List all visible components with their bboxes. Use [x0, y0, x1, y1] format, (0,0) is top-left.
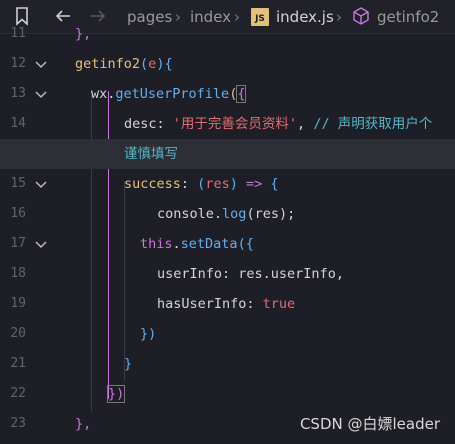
code-text: getinfo2(e){	[75, 56, 173, 72]
chevron-down-icon[interactable]	[34, 57, 48, 71]
code-text: this.setData({	[140, 236, 254, 252]
line-number: 20	[10, 326, 26, 341]
code-text: }	[124, 356, 133, 372]
chevron-down-icon[interactable]	[34, 237, 48, 251]
line-number: 21	[10, 356, 26, 371]
code-line[interactable]: 18 userInfo: res.userInfo,	[0, 259, 455, 289]
code-text: desc: '用于完善会员资料', // 声明获取用户个	[124, 116, 433, 132]
code-line[interactable]: 14 desc: '用于完善会员资料', // 声明获取用户个	[0, 109, 455, 139]
code-line[interactable]: 20 })	[0, 319, 455, 349]
code-text: success: (res) => {	[124, 176, 279, 192]
code-text: wx.getUserProfile({	[91, 85, 247, 103]
code-line[interactable]: 17 this.setData({	[0, 229, 455, 259]
code-line[interactable]: 16 console.log(res);	[0, 199, 455, 229]
line-number: 18	[10, 266, 26, 281]
code-text: console.log(res);	[157, 206, 296, 222]
code-line[interactable]: 22 })	[0, 379, 455, 409]
code-line[interactable]: 21 }	[0, 349, 455, 379]
line-number: 12	[10, 56, 26, 71]
line-number: 22	[10, 386, 26, 401]
code-editor[interactable]: 11 }, 12 getinfo2(e){ 13 wx.getUserProfi…	[0, 26, 455, 444]
code-text: },	[75, 416, 92, 432]
code-line[interactable]: 12 getinfo2(e){	[0, 49, 455, 79]
code-text: hasUserInfo: true	[157, 296, 296, 312]
code-line[interactable]: 13 wx.getUserProfile({	[0, 79, 455, 109]
line-number: 17	[10, 236, 26, 251]
chevron-down-icon[interactable]	[34, 87, 48, 101]
code-text: })	[106, 385, 126, 403]
code-text: userInfo: res.userInfo,	[157, 266, 344, 282]
line-number: 14	[10, 116, 26, 131]
code-line-wrapped[interactable]: 谨慎填写	[0, 139, 455, 169]
line-number: 23	[10, 416, 26, 431]
code-text: })	[140, 326, 157, 342]
code-line[interactable]: 15 success: (res) => {	[0, 169, 455, 199]
line-number: 19	[10, 296, 26, 311]
line-number: 15	[10, 176, 26, 191]
code-text: },	[75, 26, 92, 42]
code-text: 谨慎填写	[124, 146, 178, 162]
line-number: 13	[10, 86, 26, 101]
code-line[interactable]: 11 },	[0, 19, 455, 49]
line-number: 16	[10, 206, 26, 221]
watermark: CSDN @白嫖leader	[299, 415, 440, 433]
code-line[interactable]: 19 hasUserInfo: true	[0, 289, 455, 319]
line-number: 11	[10, 26, 26, 41]
chevron-down-icon[interactable]	[34, 177, 48, 191]
